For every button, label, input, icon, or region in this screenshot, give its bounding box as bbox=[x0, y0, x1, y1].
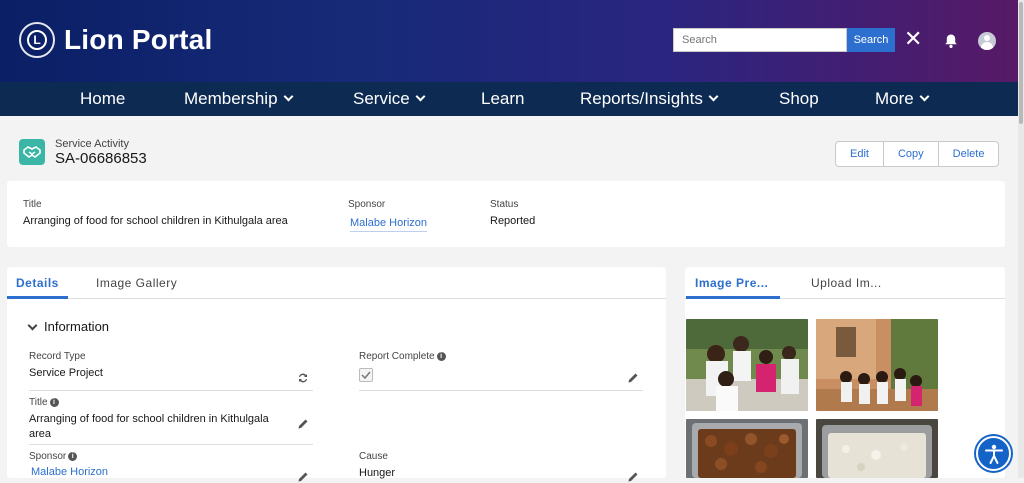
field-title-value: Arranging of food for school children in… bbox=[29, 413, 269, 440]
chevron-down-icon bbox=[919, 91, 930, 102]
photo-tray-of-fried-food[interactable] bbox=[686, 419, 808, 478]
highlight-sponsor-label: Sponsor bbox=[348, 199, 386, 210]
nav-item-reports-insights[interactable]: Reports/Insights bbox=[580, 82, 719, 116]
section-title-information[interactable]: Information bbox=[44, 319, 109, 334]
field-label-text: Record Type bbox=[29, 351, 86, 362]
photo-tray-of-rice[interactable] bbox=[816, 419, 938, 478]
field-record-type-value: Service Project bbox=[29, 367, 103, 379]
page-scrollbar-thumb[interactable] bbox=[1019, 2, 1023, 124]
report-complete-checkbox bbox=[359, 368, 373, 382]
nav-item-label: Service bbox=[353, 89, 410, 108]
edit-pencil-icon[interactable] bbox=[297, 418, 309, 430]
edit-pencil-icon[interactable] bbox=[627, 372, 639, 384]
nav-item-label: More bbox=[875, 89, 914, 108]
field-divider bbox=[29, 444, 313, 445]
info-icon[interactable]: i bbox=[49, 398, 59, 407]
record-actions: Edit Copy Delete bbox=[835, 141, 1000, 167]
record-id: SA-06686853 bbox=[55, 150, 147, 167]
nav-item-membership[interactable]: Membership bbox=[184, 82, 293, 116]
search-button[interactable]: Search bbox=[847, 28, 895, 52]
chevron-down-icon bbox=[415, 91, 426, 102]
edit-pencil-icon[interactable] bbox=[627, 471, 639, 483]
nav-item-shop[interactable]: Shop bbox=[779, 82, 819, 116]
field-label-text: Sponsor bbox=[29, 451, 67, 462]
bell-icon[interactable] bbox=[943, 33, 959, 49]
photo-children-food-distribution[interactable] bbox=[686, 319, 808, 411]
highlight-title-value: Arranging of food for school children in… bbox=[23, 215, 288, 227]
copy-button[interactable]: Copy bbox=[884, 142, 939, 166]
photo-children-queue-outside-building[interactable] bbox=[816, 319, 938, 411]
tab-image-preview[interactable]: Image Pre... bbox=[695, 276, 768, 290]
field-cause-label: Cause bbox=[359, 451, 388, 462]
field-divider bbox=[29, 390, 313, 391]
close-icon[interactable]: ✕ bbox=[904, 27, 922, 51]
info-icon[interactable]: i bbox=[436, 352, 446, 361]
highlights-panel bbox=[7, 181, 1005, 247]
highlight-sponsor-link[interactable]: Malabe Horizon bbox=[350, 217, 428, 232]
lions-logo[interactable]: L bbox=[19, 22, 55, 58]
field-sponsor-label: Sponsor i bbox=[29, 451, 78, 462]
chevron-down-icon bbox=[283, 91, 293, 102]
field-title-label: Title i bbox=[29, 397, 59, 408]
nav-item-learn[interactable]: Learn bbox=[481, 82, 524, 116]
nav-item-label: Learn bbox=[481, 89, 525, 108]
tab-active-indicator bbox=[686, 296, 780, 299]
tab-divider bbox=[7, 298, 666, 299]
chevron-down-icon bbox=[708, 91, 719, 102]
nav-item-service[interactable]: Service bbox=[353, 82, 426, 116]
field-divider bbox=[359, 390, 643, 391]
highlight-status-label: Status bbox=[490, 199, 519, 210]
nav-item-label: Home bbox=[80, 89, 126, 108]
record-object-type: Service Activity bbox=[55, 138, 129, 150]
field-label-text: Report Complete bbox=[359, 351, 435, 362]
edit-pencil-icon[interactable] bbox=[297, 471, 309, 483]
nav-item-more[interactable]: More bbox=[875, 82, 930, 116]
tab-image-gallery[interactable]: Image Gallery bbox=[96, 276, 177, 290]
tab-active-indicator bbox=[7, 296, 68, 299]
delete-button[interactable]: Delete bbox=[939, 142, 999, 166]
tab-details[interactable]: Details bbox=[16, 276, 59, 290]
main-nav: Home Membership Service Learn Reports/In… bbox=[0, 82, 1018, 116]
field-label-text: Cause bbox=[359, 451, 388, 462]
search-input[interactable] bbox=[673, 28, 847, 52]
brand-title[interactable]: Lion Portal bbox=[64, 24, 212, 56]
edit-button[interactable]: Edit bbox=[836, 142, 884, 166]
field-record-type-label: Record Type bbox=[29, 351, 86, 362]
field-cause-value: Hunger bbox=[359, 467, 396, 479]
field-sponsor-link[interactable]: Malabe Horizon bbox=[31, 466, 108, 478]
field-label-text: Title bbox=[29, 397, 48, 408]
nav-item-label: Reports/Insights bbox=[580, 89, 703, 108]
nav-item-label: Membership bbox=[184, 89, 278, 108]
highlight-title-label: Title bbox=[23, 199, 42, 210]
nav-item-label: Shop bbox=[779, 89, 819, 108]
nav-item-home[interactable]: Home bbox=[80, 82, 125, 116]
info-icon[interactable]: i bbox=[68, 452, 78, 461]
change-record-type-icon[interactable] bbox=[297, 372, 309, 384]
user-avatar-icon[interactable] bbox=[978, 32, 996, 50]
highlight-status-value: Reported bbox=[490, 215, 536, 227]
accessibility-icon[interactable] bbox=[976, 436, 1011, 471]
handshake-icon bbox=[19, 139, 45, 165]
field-report-complete-label: Report Complete i bbox=[359, 351, 446, 362]
tab-upload-image[interactable]: Upload Im... bbox=[811, 276, 882, 290]
